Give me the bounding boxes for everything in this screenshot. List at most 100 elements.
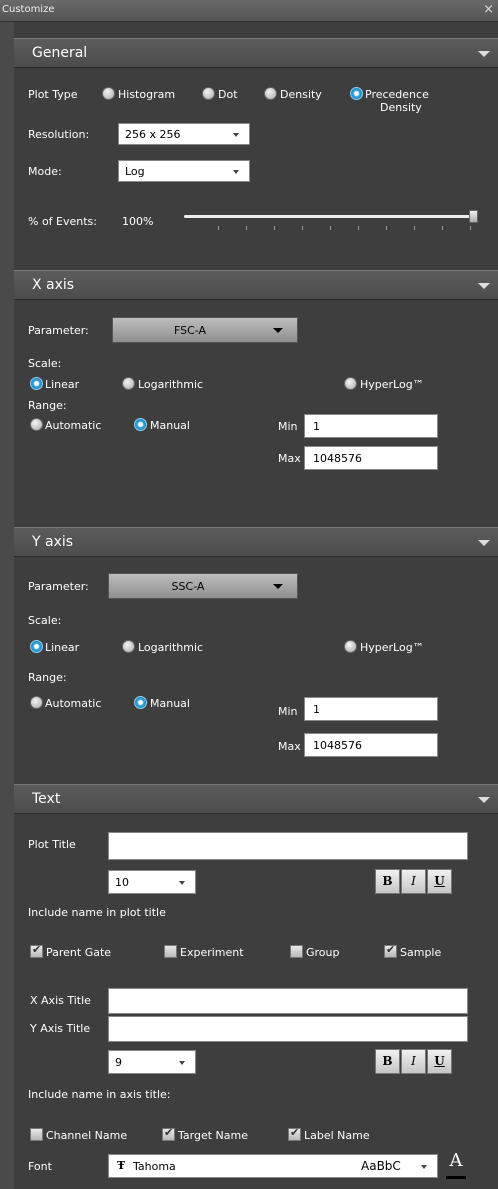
y-scale-linear-radio[interactable]: [30, 640, 43, 653]
y-scale-hyperlog-radio[interactable]: [344, 640, 357, 653]
y-scale-hyperlog-label[interactable]: HyperLog™: [360, 641, 424, 654]
slider-tick: [218, 226, 219, 230]
check-group-label[interactable]: Group: [306, 946, 340, 959]
axis-title-underline-button[interactable]: U: [427, 1049, 452, 1074]
radio-precedence-label-2[interactable]: Density: [380, 101, 422, 114]
x-scale-linear-radio[interactable]: [30, 377, 43, 390]
y-range-automatic-radio[interactable]: [30, 696, 43, 709]
mode-label: Mode:: [28, 165, 62, 178]
y-axis-title-label: Y Axis Title: [30, 1022, 91, 1035]
mode-select[interactable]: Log: [118, 160, 250, 182]
plot-title-size-select[interactable]: 10: [108, 870, 196, 894]
text-header[interactable]: Text: [14, 784, 498, 814]
check-parent-gate[interactable]: [30, 943, 43, 958]
axis-title-size-select[interactable]: 9: [108, 1050, 196, 1074]
resolution-value: 256 x 256: [125, 128, 181, 141]
check-sample[interactable]: [384, 943, 397, 958]
check-channel-name[interactable]: [30, 1128, 43, 1141]
events-slider[interactable]: [184, 207, 480, 237]
x-scale-linear-label[interactable]: Linear: [45, 378, 79, 391]
radio-dot[interactable]: [202, 87, 215, 100]
y-max-input[interactable]: 1048576: [304, 733, 438, 757]
x-scale-hyperlog-radio[interactable]: [344, 377, 357, 390]
xaxis-panel: X axis Parameter: FSC-A Scale: Linear Lo…: [14, 262, 498, 527]
axis-title-bold-button[interactable]: B: [375, 1049, 400, 1074]
check-experiment-label[interactable]: Experiment: [180, 946, 244, 959]
check-target-name-label[interactable]: Target Name: [178, 1129, 248, 1142]
radio-histogram[interactable]: [102, 87, 115, 100]
y-range-manual-radio[interactable]: [134, 696, 147, 709]
xaxis-header-label: X axis: [32, 277, 75, 293]
slider-tick: [414, 226, 415, 230]
y-min-value: 1: [313, 703, 320, 716]
x-min-value: 1: [313, 420, 320, 433]
x-parameter-dropdown[interactable]: FSC-A: [112, 317, 298, 343]
radio-dot-label[interactable]: Dot: [218, 88, 238, 101]
collapse-arrow-icon[interactable]: [478, 51, 490, 57]
x-range-manual-radio[interactable]: [134, 418, 147, 431]
slider-tick: [358, 226, 359, 230]
yaxis-panel: Y axis Parameter: SSC-A Scale: Linear Lo…: [14, 527, 498, 784]
x-parameter-value: FSC-A: [173, 324, 207, 337]
check-group[interactable]: [290, 945, 303, 958]
x-min-input[interactable]: 1: [304, 414, 438, 438]
axis-title-italic-button[interactable]: I: [401, 1049, 426, 1074]
x-max-label: Max: [278, 452, 301, 465]
plot-title-italic-button[interactable]: I: [401, 869, 426, 894]
check-target-name[interactable]: [162, 1126, 175, 1141]
collapse-arrow-icon[interactable]: [478, 283, 490, 289]
x-range-automatic-label[interactable]: Automatic: [45, 419, 101, 432]
x-range-label: Range:: [28, 399, 67, 412]
y-scale-linear-label[interactable]: Linear: [45, 641, 79, 654]
events-label: % of Events:: [28, 215, 97, 228]
collapse-arrow-icon[interactable]: [478, 540, 490, 546]
x-parameter-label: Parameter:: [28, 324, 89, 337]
check-channel-name-label[interactable]: Channel Name: [46, 1129, 127, 1142]
chevron-down-icon: [421, 1165, 427, 1169]
radio-density[interactable]: [264, 87, 277, 100]
x-scale-hyperlog-label[interactable]: HyperLog™: [360, 378, 424, 391]
y-scale-log-label[interactable]: Logarithmic: [138, 641, 203, 654]
check-experiment[interactable]: [164, 945, 177, 958]
x-axis-title-input[interactable]: [108, 988, 468, 1014]
include-axis-title-label: Include name in axis title:: [28, 1088, 171, 1101]
y-parameter-dropdown[interactable]: SSC-A: [108, 573, 298, 599]
y-range-manual-label[interactable]: Manual: [150, 697, 190, 710]
general-header[interactable]: General: [14, 38, 498, 68]
y-scale-log-radio[interactable]: [122, 640, 135, 653]
font-preview: AaBbC: [361, 1159, 401, 1173]
x-scale-log-radio[interactable]: [122, 377, 135, 390]
font-color-button[interactable]: A: [444, 1150, 468, 1180]
radio-precedence-density[interactable]: [350, 87, 363, 100]
plot-title-input[interactable]: [108, 832, 468, 860]
y-range-automatic-label[interactable]: Automatic: [45, 697, 101, 710]
close-icon[interactable]: ×: [483, 2, 494, 17]
y-min-input[interactable]: 1: [304, 697, 438, 721]
check-sample-label[interactable]: Sample: [400, 946, 441, 959]
slider-tick: [470, 226, 471, 230]
collapse-arrow-icon[interactable]: [478, 797, 490, 803]
x-max-input[interactable]: 1048576: [304, 446, 438, 470]
radio-histogram-label[interactable]: Histogram: [118, 88, 175, 101]
check-label-name-label[interactable]: Label Name: [304, 1129, 370, 1142]
font-select[interactable]: Ŧ Tahoma AaBbC: [108, 1154, 438, 1178]
font-color-icon: A: [449, 1150, 463, 1171]
check-label-name[interactable]: [288, 1126, 301, 1141]
yaxis-header[interactable]: Y axis: [14, 527, 498, 557]
resolution-select[interactable]: 256 x 256: [118, 123, 250, 145]
x-range-automatic-radio[interactable]: [30, 418, 43, 431]
plot-title-bold-button[interactable]: B: [375, 869, 400, 894]
slider-thumb[interactable]: [469, 210, 478, 223]
radio-precedence-label-1[interactable]: Precedence: [365, 88, 429, 101]
chevron-down-icon: [273, 584, 283, 589]
x-scale-log-label[interactable]: Logarithmic: [138, 378, 203, 391]
x-min-label: Min: [278, 420, 298, 433]
x-range-manual-label[interactable]: Manual: [150, 419, 190, 432]
general-header-label: General: [32, 45, 88, 61]
plot-title-underline-button[interactable]: U: [427, 869, 452, 894]
xaxis-header[interactable]: X axis: [14, 270, 498, 300]
radio-density-label[interactable]: Density: [280, 88, 322, 101]
check-parent-gate-label[interactable]: Parent Gate: [46, 946, 111, 959]
y-axis-title-input[interactable]: [108, 1016, 468, 1042]
window-titlebar: Customize ×: [0, 0, 498, 22]
